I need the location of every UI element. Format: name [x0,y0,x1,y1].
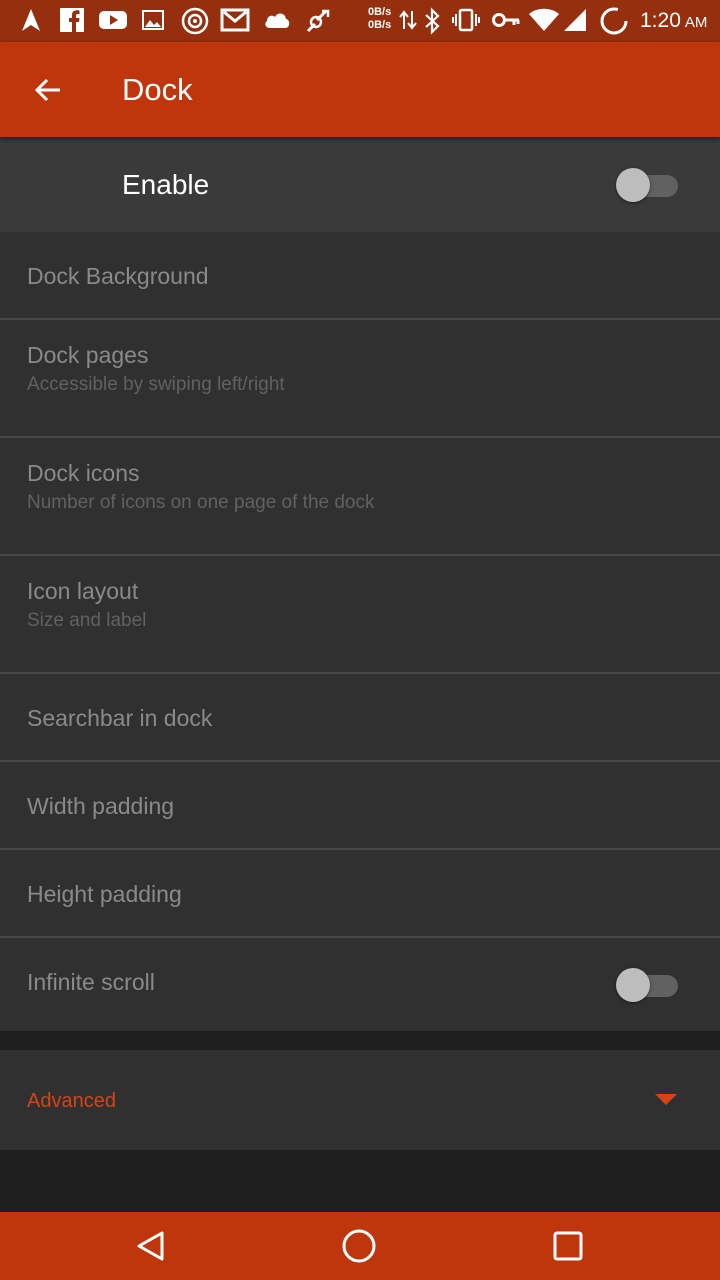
setting-icon-layout[interactable]: Icon layout Size and label [0,556,720,674]
setting-infinite-scroll[interactable]: Infinite scroll [0,938,720,1029]
clock-time: 1:20 [640,9,681,32]
signal-icon [564,9,586,31]
setting-title: Dock Background [27,263,209,289]
advanced-label: Advanced [27,1090,116,1112]
setting-title: Height padding [27,881,182,907]
navigation-icon [22,9,40,31]
back-triangle-icon [137,1231,164,1261]
recents-square-icon [553,1231,583,1261]
page-title: Dock [122,72,193,107]
setting-subtitle: Size and label [27,610,147,631]
home-circle-icon [342,1229,376,1263]
clock: 1:20 AM [640,9,707,33]
setting-dock-background[interactable]: Dock Background [0,232,720,320]
setting-title: Dock icons [27,460,140,486]
gmail-icon [220,8,250,32]
setting-title: Infinite scroll [27,969,155,995]
nav-back-button[interactable] [121,1222,181,1270]
triangle-down-icon[interactable] [655,1094,677,1105]
data-arrows-icon [399,10,417,30]
net-up-text: 0B/s [368,6,392,18]
net-down-text: 0B/s [368,19,392,31]
clock-ampm: AM [684,14,708,31]
navigation-bar [0,1212,720,1280]
setting-width-padding[interactable]: Width padding [0,762,720,850]
infinite-scroll-switch[interactable] [616,964,680,1004]
setting-height-padding[interactable]: Height padding [0,850,720,938]
settings-list: Dock Background Dock pages Accessible by… [0,232,720,1031]
setting-subtitle: Accessible by swiping left/right [27,374,285,395]
bluetooth-icon [425,7,440,35]
setting-searchbar-in-dock[interactable]: Searchbar in dock [0,674,720,762]
enable-label: Enable [122,169,210,200]
setting-title: Dock pages [27,342,149,368]
setting-dock-icons[interactable]: Dock icons Number of icons on one page o… [0,438,720,556]
nav-recents-button[interactable] [538,1222,598,1270]
image-icon [142,10,164,30]
youtube-icon [99,11,127,29]
switch-thumb [616,168,650,202]
nav-home-button[interactable] [329,1222,389,1270]
app-bar: Dock [0,42,720,137]
wifi-icon [529,8,559,31]
back-button[interactable] [24,66,72,114]
advanced-section[interactable]: Advanced [0,1050,720,1150]
setting-title: Searchbar in dock [27,705,213,731]
arrow-back-icon [34,78,60,102]
network-speed: 0B/s 0B/s [368,6,398,32]
music-icon [181,7,209,35]
vibrate-icon [452,8,480,32]
facebook-icon [60,8,84,33]
status-bar: 0B/s 0B/s 1:20 AM [0,0,720,42]
setting-dock-pages[interactable]: Dock pages Accessible by swiping left/ri… [0,320,720,438]
enable-switch[interactable] [616,164,680,204]
sync-icon [306,9,330,33]
enable-row[interactable]: Enable [0,137,720,232]
key-icon [492,13,520,27]
setting-title: Width padding [27,793,175,819]
cloud-icon [265,13,290,28]
setting-title: Icon layout [27,578,139,604]
switch-thumb [616,968,650,1002]
setting-subtitle: Number of icons on one page of the dock [27,492,375,513]
battery-icon [600,7,628,35]
